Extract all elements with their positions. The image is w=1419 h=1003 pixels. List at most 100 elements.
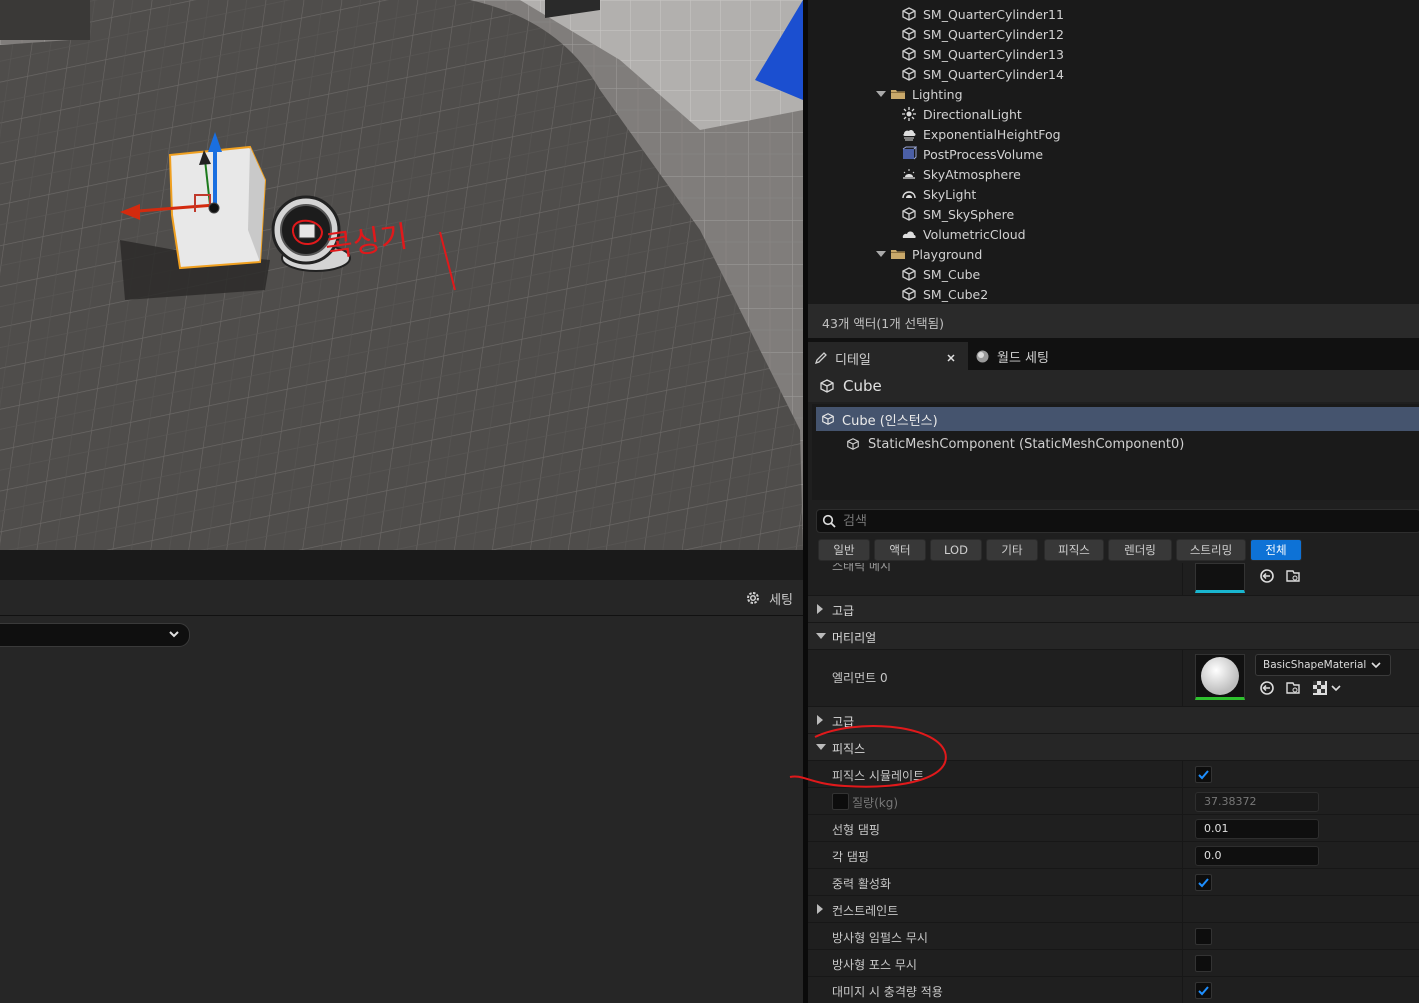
- search-icon: [822, 514, 836, 528]
- mass-field[interactable]: 37.38372: [1195, 792, 1319, 812]
- ignore-radial-impulse-checkbox[interactable]: [1195, 928, 1212, 945]
- angular-damping-field[interactable]: 0.0: [1195, 846, 1319, 866]
- globe-icon: [976, 350, 989, 362]
- details-search[interactable]: [816, 509, 1419, 533]
- outliner-item[interactable]: SM_QuarterCylinder12: [901, 24, 1064, 44]
- outliner-item[interactable]: SM_QuarterCylinder11: [901, 4, 1064, 24]
- category-material-label: 머티리얼: [832, 631, 877, 645]
- outliner-item-label: Lighting: [912, 86, 963, 102]
- use-selected-icon[interactable]: [1259, 680, 1275, 696]
- component-root-row[interactable]: Cube (인스턴스): [816, 407, 1419, 431]
- enable-gravity-checkbox[interactable]: [1195, 874, 1212, 891]
- material-sphere-icon: [1201, 657, 1239, 695]
- outliner-item[interactable]: SM_Cube: [901, 264, 980, 284]
- prop-row-mass: 질량(kg) 37.38372: [808, 788, 1419, 815]
- viewport-scene[interactable]: 콕싱기: [0, 0, 803, 550]
- static-mesh-icon: [822, 413, 834, 425]
- static-mesh-icon: [902, 67, 916, 81]
- filter-button[interactable]: 기타: [986, 539, 1038, 561]
- outliner-item[interactable]: SM_Cube2: [901, 284, 988, 304]
- outliner-item-label: SM_QuarterCylinder13: [923, 46, 1064, 62]
- component-child-label: StaticMeshComponent (StaticMeshComponent…: [868, 436, 1185, 452]
- close-icon[interactable]: [946, 353, 956, 363]
- outliner-item-label: DirectionalLight: [923, 106, 1022, 122]
- chevron-down-icon[interactable]: [1331, 683, 1341, 693]
- gear-icon: [747, 592, 760, 604]
- filter-button[interactable]: 렌더링: [1108, 539, 1172, 561]
- search-input[interactable]: [841, 511, 1405, 531]
- bottom-panel: 세팅: [0, 550, 803, 1003]
- prop-label-ignore-radial-force: 방사형 포스 무시: [832, 958, 917, 972]
- static-mesh-icon: [902, 7, 916, 21]
- pencil-icon: [814, 352, 827, 365]
- outliner-item[interactable]: SM_SkySphere: [901, 204, 1014, 224]
- checker-icon[interactable]: [1313, 681, 1327, 695]
- linear-damping-value: 0.01: [1204, 822, 1229, 835]
- outliner-item[interactable]: DirectionalLight: [901, 104, 1022, 124]
- outliner-item[interactable]: Playground: [876, 244, 982, 264]
- directional-light-icon: [902, 107, 916, 121]
- outliner-item[interactable]: SM_QuarterCylinder14: [901, 64, 1064, 84]
- chevron-down-icon[interactable]: [876, 90, 886, 98]
- outliner-item[interactable]: Lighting: [876, 84, 963, 104]
- level-viewport[interactable]: 콕싱기: [0, 0, 803, 550]
- material-dropdown[interactable]: BasicShapeMaterial: [1255, 654, 1391, 676]
- outliner-item-label: SM_QuarterCylinder14: [923, 66, 1064, 82]
- filter-bar: 일반 액터 LOD 기타 피직스 렌더링 스트리밍 전체: [818, 539, 1418, 561]
- category-advanced-1-label: 고급: [832, 604, 855, 618]
- apply-impulse-checkbox[interactable]: [1195, 982, 1212, 999]
- static-mesh-icon: [902, 287, 916, 301]
- prop-label-static-mesh: 스태틱 메시: [832, 563, 892, 573]
- component-child-row[interactable]: StaticMeshComponent (StaticMeshComponent…: [846, 432, 1184, 456]
- panel-strip: [0, 550, 803, 580]
- outliner-item[interactable]: SM_QuarterCylinder13: [901, 44, 1064, 64]
- outliner-item[interactable]: SkyAtmosphere: [901, 164, 1021, 184]
- ignore-radial-force-checkbox[interactable]: [1195, 955, 1212, 972]
- cloud-icon: [902, 231, 916, 238]
- filter-button[interactable]: 전체: [1250, 539, 1302, 561]
- prop-label-mass: 질량(kg): [852, 796, 899, 810]
- outliner-item-label: VolumetricCloud: [923, 226, 1026, 242]
- chevron-down-icon: [169, 631, 179, 638]
- browse-icon[interactable]: [1285, 568, 1301, 584]
- prop-label-apply-impulse-on-damage: 대미지 시 충격량 적용: [832, 985, 943, 999]
- panel-dropdown[interactable]: [0, 623, 190, 647]
- actor-name: Cube: [843, 377, 882, 395]
- linear-damping-field[interactable]: 0.01: [1195, 819, 1319, 839]
- annotation-circle: [789, 725, 947, 788]
- angular-damping-value: 0.0: [1204, 849, 1222, 862]
- outliner-item[interactable]: PostProcessVolume: [901, 144, 1043, 164]
- filter-button[interactable]: 피직스: [1044, 539, 1104, 561]
- check-icon: [1198, 770, 1209, 780]
- static-mesh-icon: [902, 27, 916, 41]
- filter-button[interactable]: 스트리밍: [1176, 539, 1246, 561]
- outliner-item[interactable]: VolumetricCloud: [901, 224, 1026, 244]
- prop-row-ignore-radial-impulse: 방사형 임펄스 무시: [808, 923, 1419, 950]
- use-selected-icon[interactable]: [1259, 568, 1275, 584]
- mass-value: 37.38372: [1204, 795, 1257, 808]
- outliner-item[interactable]: SkyLight: [901, 184, 976, 204]
- simulate-physics-checkbox[interactable]: [1195, 766, 1212, 783]
- category-material[interactable]: 머티리얼: [808, 623, 1419, 650]
- tab-details[interactable]: 디테일: [808, 342, 968, 372]
- outliner-item-label: SM_QuarterCylinder11: [923, 6, 1064, 22]
- prop-label-linear-damping: 선형 댐핑: [832, 823, 880, 837]
- filter-button[interactable]: LOD: [930, 539, 982, 561]
- mesh-thumbnail[interactable]: [1195, 563, 1245, 593]
- chevron-down-icon[interactable]: [876, 250, 886, 258]
- prop-label-ignore-radial-impulse: 방사형 임펄스 무시: [832, 931, 928, 945]
- settings-button[interactable]: 세팅: [745, 588, 793, 608]
- prop-row-ignore-radial-force: 방사형 포스 무시: [808, 950, 1419, 977]
- outliner-item[interactable]: ExponentialHeightFog: [901, 124, 1061, 144]
- prop-row-constraints[interactable]: 컨스트레인트: [808, 896, 1419, 923]
- mass-override-checkbox[interactable]: [832, 793, 849, 810]
- material-thumbnail[interactable]: [1195, 654, 1245, 700]
- outliner-item-label: PostProcessVolume: [923, 146, 1044, 162]
- browse-icon[interactable]: [1285, 680, 1301, 696]
- tab-world-settings[interactable]: 월드 세팅: [973, 342, 1133, 370]
- filter-button[interactable]: 액터: [874, 539, 926, 561]
- chevron-right-icon: [817, 604, 823, 614]
- filter-button[interactable]: 일반: [818, 539, 870, 561]
- category-advanced-1[interactable]: 고급: [808, 596, 1419, 623]
- chevron-right-icon: [817, 904, 823, 914]
